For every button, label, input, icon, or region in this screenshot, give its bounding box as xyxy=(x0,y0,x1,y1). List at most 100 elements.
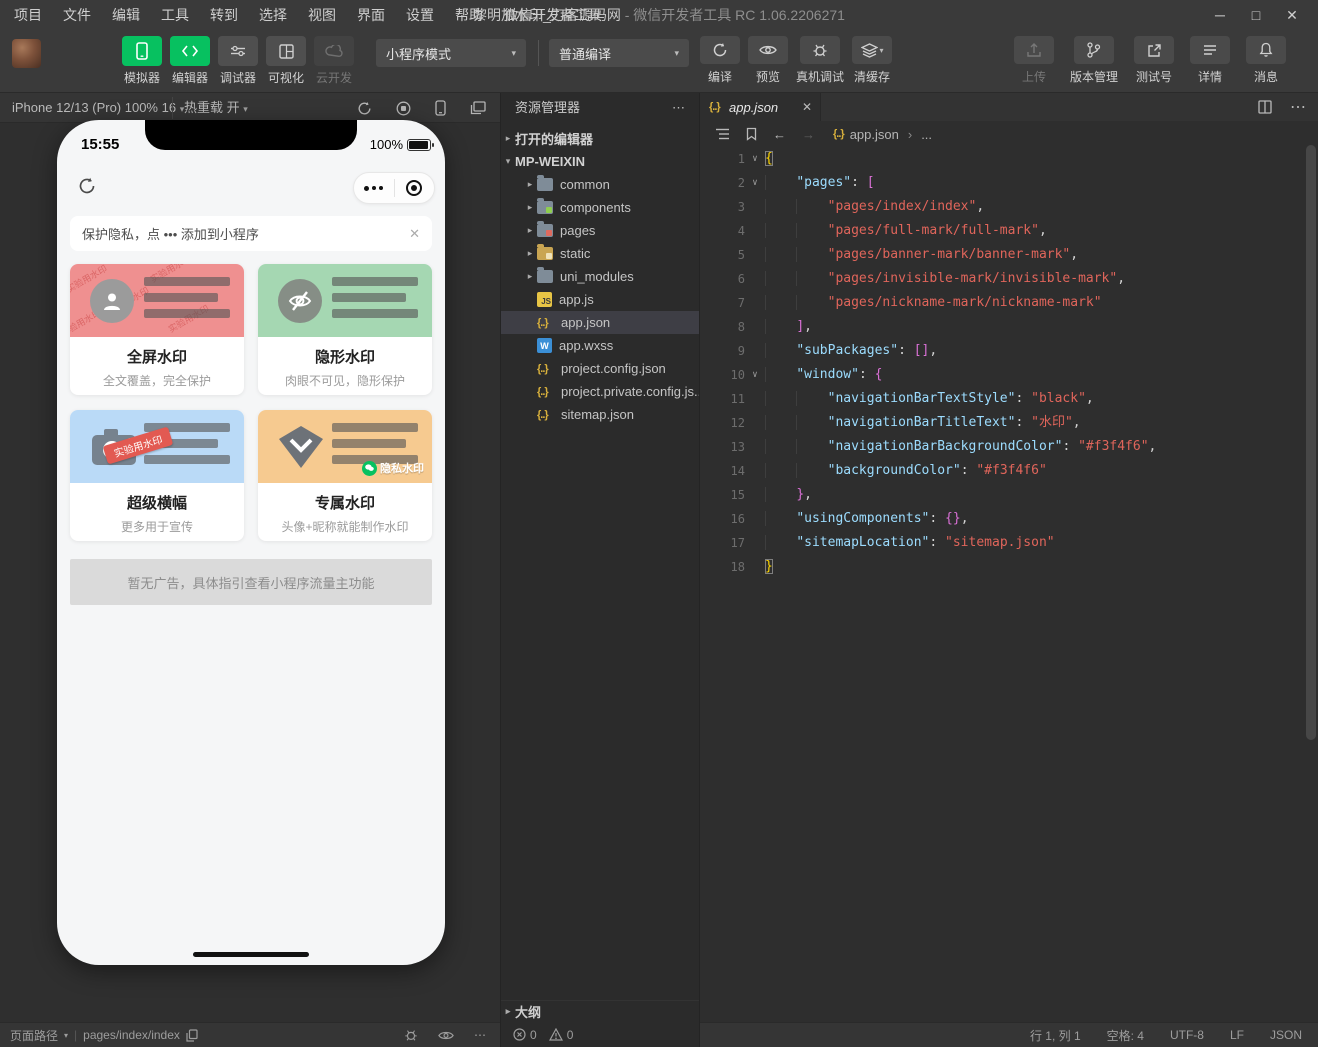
close-button[interactable]: ✕ xyxy=(1274,0,1310,30)
code-line[interactable]: 7 "pages/nickname-mark/nickname-mark" xyxy=(701,291,1304,315)
indent-setting[interactable]: 空格: 4 xyxy=(1107,1027,1144,1044)
error-count[interactable]: 0 xyxy=(530,1028,537,1042)
back-arrow-icon[interactable]: ← xyxy=(773,127,786,142)
user-avatar[interactable] xyxy=(12,39,41,68)
code-line[interactable]: 16 "usingComponents": {}, xyxy=(701,507,1304,531)
debugger-toggle-button[interactable]: 调试器 xyxy=(214,36,262,86)
page-path-label[interactable]: 页面路径 xyxy=(10,1027,58,1044)
visualization-toggle-button[interactable]: 可视化 xyxy=(262,36,310,86)
code-line[interactable]: 15 }, xyxy=(701,483,1304,507)
eol-type[interactable]: LF xyxy=(1230,1028,1244,1042)
messages-button[interactable]: 消息 xyxy=(1242,36,1290,85)
more-actions-icon[interactable]: ⋯ xyxy=(672,93,685,123)
more-actions-icon[interactable]: ⋯ xyxy=(474,1028,486,1042)
file-sitemap-json[interactable]: {..} sitemap.json xyxy=(501,403,699,426)
multi-window-icon[interactable] xyxy=(470,101,486,115)
project-root-section[interactable]: ▾ MP-WEIXIN xyxy=(501,150,699,173)
menu-settings[interactable]: 设置 xyxy=(406,5,434,25)
folder-common[interactable]: ▸ common xyxy=(501,173,699,196)
menu-project[interactable]: 项目 xyxy=(14,5,42,25)
folder-uni-modules[interactable]: ▸ uni_modules xyxy=(501,265,699,288)
code-line[interactable]: 13 "navigationBarBackgroundColor": "#f3f… xyxy=(701,435,1304,459)
code-line[interactable]: 12 "navigationBarTitleText": "水印", xyxy=(701,411,1304,435)
card-super-banner[interactable]: 实验用水印 超级横幅 更多用于宣传 xyxy=(70,410,244,541)
fold-chevron-icon[interactable]: ∨ xyxy=(745,147,765,171)
code-line[interactable]: 18} xyxy=(701,555,1304,579)
inspect-eye-icon[interactable] xyxy=(438,1030,454,1041)
split-editor-icon[interactable] xyxy=(1258,100,1272,114)
outline-section[interactable]: ▸ 大纲 xyxy=(501,1000,699,1022)
page-refresh-icon[interactable] xyxy=(77,176,97,196)
file-project-private-config[interactable]: {..} project.private.config.js... xyxy=(501,380,699,403)
card-fullscreen-watermark[interactable]: 实验用水印 实验用水印 实验用水印 实验用水印 实验用水印 全屏水印 全文覆盖，… xyxy=(70,264,244,395)
warning-count[interactable]: 0 xyxy=(567,1028,574,1042)
more-actions-icon[interactable]: ⋯ xyxy=(1290,97,1306,117)
file-app-wxss[interactable]: W app.wxss xyxy=(501,334,699,357)
menu-devtools[interactable]: 微信开发者工具 xyxy=(504,5,602,25)
menu-help[interactable]: 帮助 xyxy=(455,5,483,25)
fold-chevron-icon[interactable]: ∨ xyxy=(745,171,765,195)
folder-components[interactable]: ▸ components xyxy=(501,196,699,219)
menu-view[interactable]: 视图 xyxy=(308,5,336,25)
code-line[interactable]: 2 ∨ "pages": [ xyxy=(701,171,1304,195)
code-area[interactable]: 1 ∨{2 ∨ "pages": [3 "pages/index/index", 4 … xyxy=(701,147,1304,1022)
more-dots-icon[interactable] xyxy=(354,185,394,191)
menu-select[interactable]: 选择 xyxy=(259,5,287,25)
menu-interface[interactable]: 界面 xyxy=(357,5,385,25)
test-account-button[interactable]: 测试号 xyxy=(1130,36,1178,85)
code-line[interactable]: 17 "sitemapLocation": "sitemap.json" xyxy=(701,531,1304,555)
compile-mode-dropdown[interactable]: 普通编译 ▾ xyxy=(549,39,689,67)
device-frame-icon[interactable] xyxy=(435,100,446,116)
file-app-json[interactable]: {..} app.json xyxy=(501,311,699,334)
code-line[interactable]: 9 "subPackages": [], xyxy=(701,339,1304,363)
code-line[interactable]: 4 "pages/full-mark/full-mark", xyxy=(701,219,1304,243)
mode-dropdown[interactable]: 小程序模式 ▾ xyxy=(376,39,526,67)
copy-icon[interactable] xyxy=(186,1028,198,1042)
code-line[interactable]: 8 ], xyxy=(701,315,1304,339)
card-invisible-watermark[interactable]: 隐形水印 肉眼不可见，隐形保护 xyxy=(258,264,432,395)
minimize-button[interactable]: ─ xyxy=(1202,0,1238,30)
editor-toggle-button[interactable]: 编辑器 xyxy=(166,36,214,86)
clear-cache-button[interactable]: ▾ 清缓存 xyxy=(848,36,896,85)
bookmark-icon[interactable] xyxy=(746,127,757,141)
simulator-toggle-button[interactable]: 模拟器 xyxy=(118,36,166,86)
code-line[interactable]: 1 ∨{ xyxy=(701,147,1304,171)
preview-button[interactable]: 预览 xyxy=(744,36,792,85)
vconsole-bug-icon[interactable] xyxy=(404,1028,418,1042)
compile-button[interactable]: 编译 xyxy=(696,36,744,85)
menu-edit[interactable]: 编辑 xyxy=(112,5,140,25)
code-line[interactable]: 3 "pages/index/index", xyxy=(701,195,1304,219)
card-exclusive-watermark[interactable]: 隐私水印 专属水印 头像+昵称就能制作水印 xyxy=(258,410,432,541)
restart-icon[interactable] xyxy=(357,101,372,116)
banner-close-icon[interactable]: ✕ xyxy=(409,226,420,242)
open-editors-section[interactable]: ▸ 打开的编辑器 xyxy=(501,127,699,150)
file-project-config[interactable]: {..} project.config.json xyxy=(501,357,699,380)
language-mode[interactable]: JSON xyxy=(1270,1028,1302,1042)
folder-pages[interactable]: ▸ pages xyxy=(501,219,699,242)
folder-static[interactable]: ▸ static xyxy=(501,242,699,265)
code-line[interactable]: 5 "pages/banner-mark/banner-mark", xyxy=(701,243,1304,267)
code-line[interactable]: 14 "backgroundColor": "#f3f4f6" xyxy=(701,459,1304,483)
maximize-button[interactable]: □ xyxy=(1238,0,1274,30)
menu-tools[interactable]: 工具 xyxy=(161,5,189,25)
exit-target-icon[interactable] xyxy=(395,180,435,196)
menu-goto[interactable]: 转到 xyxy=(210,5,238,25)
current-page-path[interactable]: pages/index/index xyxy=(83,1028,180,1042)
file-app-js[interactable]: JS app.js xyxy=(501,288,699,311)
encoding[interactable]: UTF-8 xyxy=(1170,1028,1204,1042)
version-control-button[interactable]: 版本管理 xyxy=(1066,36,1122,85)
menu-file[interactable]: 文件 xyxy=(63,5,91,25)
scrollbar-thumb[interactable] xyxy=(1306,145,1316,740)
stop-icon[interactable] xyxy=(396,101,411,116)
outline-list-icon[interactable] xyxy=(715,128,730,140)
code-line[interactable]: 11 "navigationBarTextStyle": "black", xyxy=(701,387,1304,411)
details-button[interactable]: 详情 xyxy=(1186,36,1234,85)
editor-scrollbar[interactable] xyxy=(1304,121,1318,1022)
code-line[interactable]: 6 "pages/invisible-mark/invisible-mark", xyxy=(701,267,1304,291)
remote-debug-button[interactable]: 真机调试 xyxy=(792,36,848,85)
cursor-position[interactable]: 行 1, 列 1 xyxy=(1030,1027,1081,1044)
tab-close-icon[interactable]: ✕ xyxy=(802,100,812,114)
fold-chevron-icon[interactable]: ∨ xyxy=(745,363,765,387)
code-line[interactable]: 10 ∨ "window": { xyxy=(701,363,1304,387)
tab-app-json[interactable]: {..} app.json ✕ xyxy=(701,93,821,121)
